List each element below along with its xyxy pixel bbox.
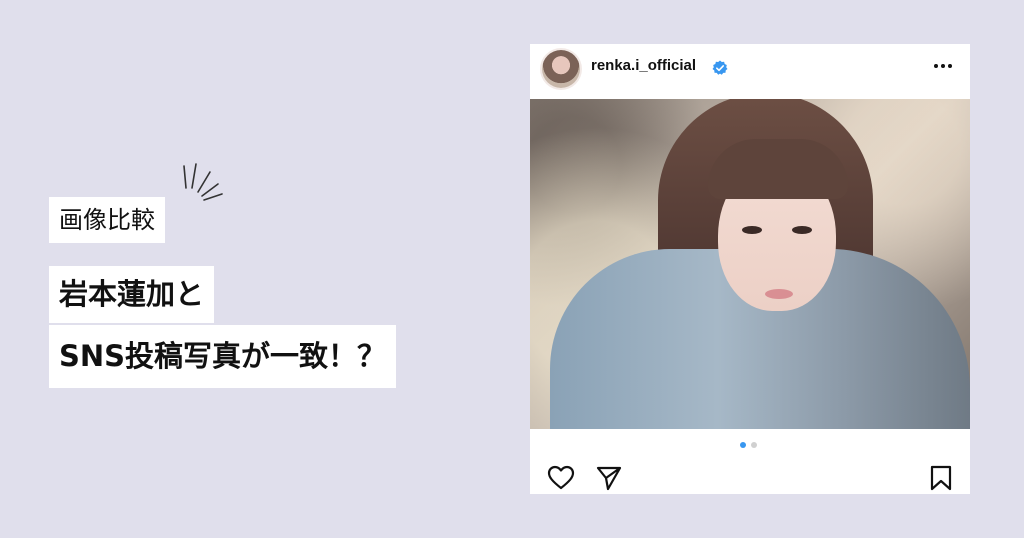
photo-eye [792,226,812,234]
post-username[interactable]: renka.i_official [591,57,696,74]
carousel-dot-active [740,442,746,448]
category-tag: 画像比較 [49,197,165,243]
sparkle-lines-icon [183,163,223,201]
verified-badge-icon [712,60,728,75]
profile-avatar[interactable] [542,50,580,88]
carousel-dot[interactable] [751,442,757,448]
bookmark-icon[interactable] [927,464,955,492]
carousel-indicator [738,442,762,450]
post-photo[interactable] [530,99,970,429]
send-icon[interactable] [595,464,623,492]
post-header: renka.i_official [530,44,970,100]
headline-line-1: 岩本蓮加と [49,266,215,323]
photo-bangs [708,139,848,199]
photo-eye [742,226,762,234]
social-post-card: renka.i_official [530,44,970,494]
more-options-icon[interactable] [932,56,954,76]
heart-icon[interactable] [547,464,575,492]
photo-lips [765,289,793,299]
headline-line-2: SNS投稿写真が一致！？ [49,325,397,388]
